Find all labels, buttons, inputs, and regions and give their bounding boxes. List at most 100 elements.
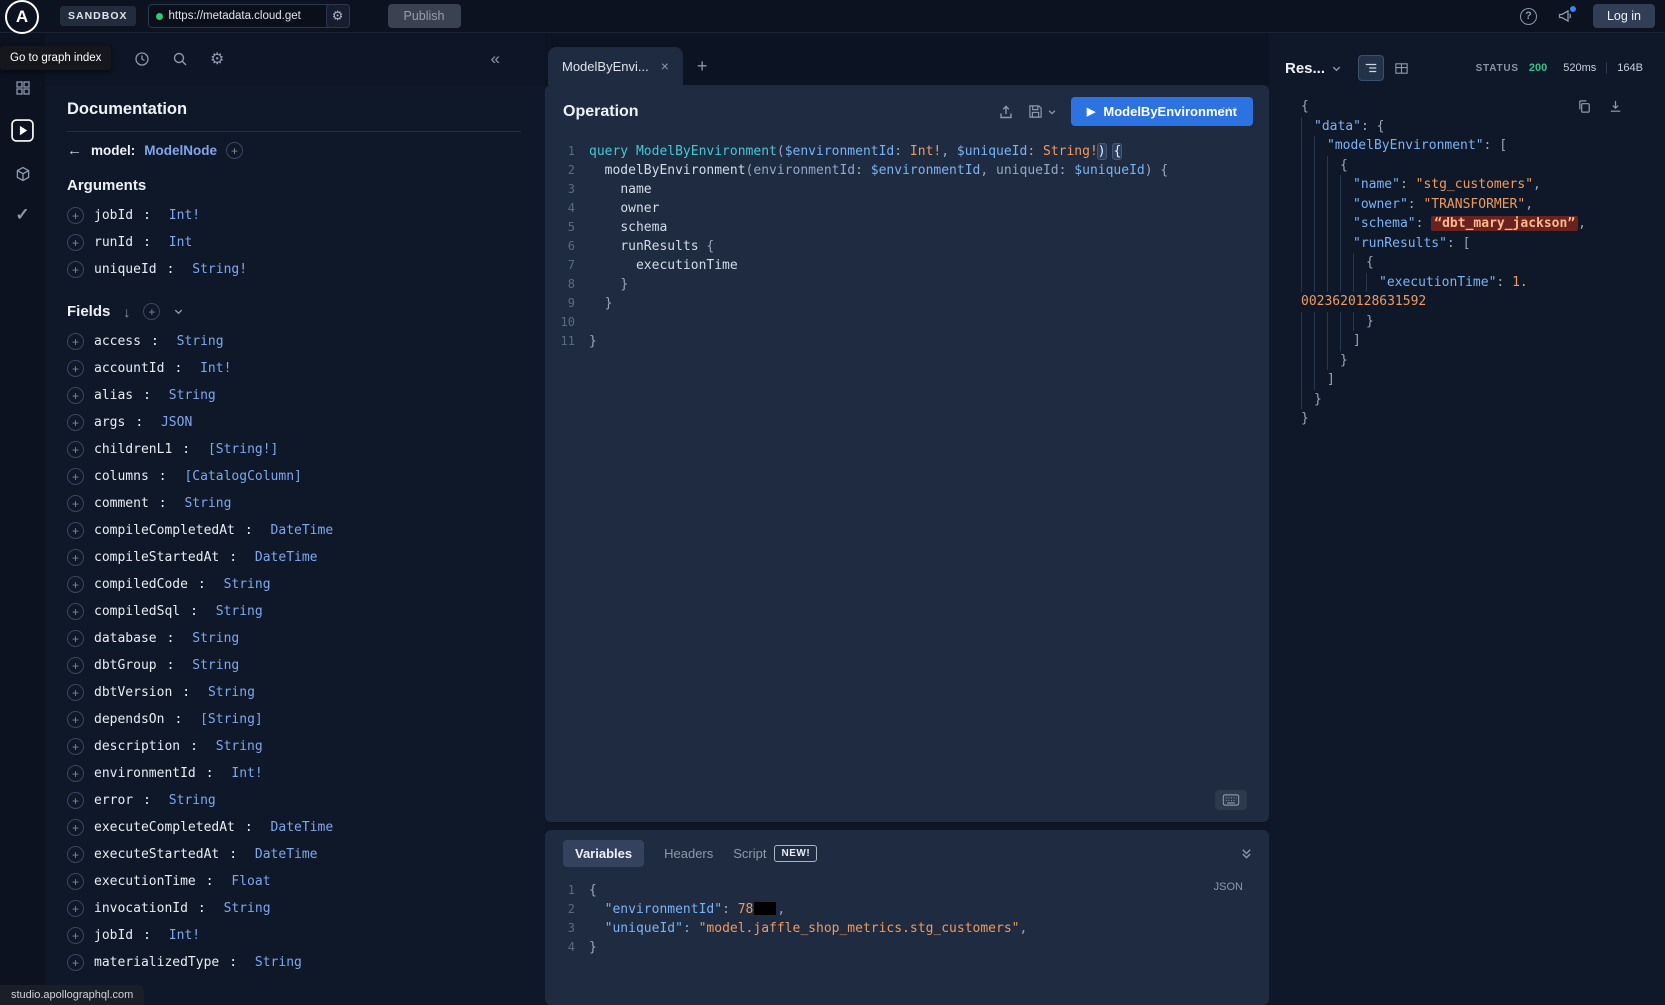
- code-line[interactable]: 4 owner: [545, 199, 1269, 218]
- add-to-query-icon[interactable]: +: [67, 927, 84, 944]
- code-line[interactable]: 5 schema: [545, 218, 1269, 237]
- field-type-link[interactable]: Float: [231, 874, 270, 889]
- field-type-link[interactable]: String: [192, 631, 239, 646]
- endpoint-settings-icon[interactable]: ⚙: [326, 4, 350, 28]
- field-type-link[interactable]: DateTime: [271, 523, 334, 538]
- code-line[interactable]: 3 name: [545, 180, 1269, 199]
- doc-field-row[interactable]: +comment: String: [67, 490, 521, 517]
- graph-endpoint-input[interactable]: https://metadata.cloud.get ⚙: [148, 4, 350, 28]
- doc-field-row[interactable]: +dependsOn: [String]: [67, 706, 521, 733]
- field-type-link[interactable]: Int: [169, 235, 192, 250]
- code-line[interactable]: 1{: [545, 881, 1269, 900]
- field-type-link[interactable]: String: [216, 739, 263, 754]
- add-to-query-icon[interactable]: +: [67, 711, 84, 728]
- field-type-link[interactable]: String!: [192, 262, 247, 277]
- endpoint-url-text[interactable]: https://metadata.cloud.get: [169, 10, 320, 22]
- add-to-query-icon[interactable]: +: [67, 792, 84, 809]
- doc-field-row[interactable]: +dbtGroup: String: [67, 652, 521, 679]
- add-to-query-icon[interactable]: +: [67, 441, 84, 458]
- doc-field-row[interactable]: +executeCompletedAt: DateTime: [67, 814, 521, 841]
- add-to-query-icon[interactable]: +: [67, 603, 84, 620]
- doc-field-row[interactable]: +childrenL1: [String!]: [67, 436, 521, 463]
- announcements-icon[interactable]: [1557, 8, 1573, 24]
- apollo-logo[interactable]: A: [5, 0, 39, 34]
- doc-field-row[interactable]: +uniqueId: String!: [67, 256, 521, 283]
- breadcrumb-type[interactable]: ModelNode: [144, 143, 217, 158]
- doc-field-row[interactable]: +error: String: [67, 787, 521, 814]
- add-to-query-icon[interactable]: +: [67, 549, 84, 566]
- save-group[interactable]: [1028, 104, 1057, 119]
- add-to-query-icon[interactable]: +: [67, 630, 84, 647]
- tab-headers[interactable]: Headers: [664, 846, 713, 861]
- field-type-link[interactable]: String: [216, 604, 263, 619]
- add-to-query-icon[interactable]: +: [67, 468, 84, 485]
- doc-field-row[interactable]: +materializedType: String: [67, 949, 521, 976]
- new-tab-icon[interactable]: +: [697, 56, 708, 77]
- add-to-query-icon[interactable]: +: [67, 495, 84, 512]
- field-type-link[interactable]: [String!]: [208, 442, 278, 457]
- field-type-link[interactable]: String: [208, 685, 255, 700]
- table-view-icon[interactable]: [1394, 61, 1409, 76]
- checks-icon[interactable]: ✓: [15, 205, 29, 225]
- field-type-link[interactable]: String: [169, 793, 216, 808]
- doc-field-row[interactable]: +columns: [CatalogColumn]: [67, 463, 521, 490]
- code-line[interactable]: 6 runResults {: [545, 237, 1269, 256]
- doc-field-row[interactable]: +description: String: [67, 733, 521, 760]
- collapse-panel-icon[interactable]: «: [491, 49, 500, 69]
- add-to-query-icon[interactable]: +: [67, 765, 84, 782]
- search-icon[interactable]: [172, 51, 188, 67]
- field-type-link[interactable]: String: [224, 901, 271, 916]
- tab-modelbyenvironment[interactable]: ModelByEnvi... ×: [548, 47, 683, 85]
- doc-field-row[interactable]: +accountId: Int!: [67, 355, 521, 382]
- code-line[interactable]: 11}: [545, 332, 1269, 351]
- tree-view-icon[interactable]: [1358, 55, 1384, 81]
- field-type-link[interactable]: Int!: [231, 766, 262, 781]
- code-line[interactable]: 7 executionTime: [545, 256, 1269, 275]
- back-icon[interactable]: ←: [67, 142, 82, 159]
- graph-index-icon[interactable]: [15, 80, 31, 96]
- field-type-link[interactable]: Int!: [169, 928, 200, 943]
- code-line[interactable]: 3 "uniqueId": "model.jaffle_shop_metrics…: [545, 919, 1269, 938]
- code-line[interactable]: 8 }: [545, 275, 1269, 294]
- doc-field-row[interactable]: +executionTime: Float: [67, 868, 521, 895]
- doc-field-row[interactable]: +dbtVersion: String: [67, 679, 521, 706]
- field-type-link[interactable]: String: [255, 955, 302, 970]
- field-type-link[interactable]: DateTime: [255, 847, 318, 862]
- publish-button[interactable]: Publish: [388, 4, 461, 28]
- doc-field-row[interactable]: +environmentId: Int!: [67, 760, 521, 787]
- close-tab-icon[interactable]: ×: [661, 58, 669, 74]
- field-type-link[interactable]: DateTime: [255, 550, 318, 565]
- download-response-icon[interactable]: [1608, 99, 1623, 114]
- add-to-query-icon[interactable]: +: [67, 261, 84, 278]
- doc-field-row[interactable]: +executeStartedAt: DateTime: [67, 841, 521, 868]
- editor-menu-icon[interactable]: ⋯: [1221, 98, 1239, 118]
- add-to-query-icon[interactable]: +: [67, 900, 84, 917]
- doc-field-row[interactable]: +compileCompletedAt: DateTime: [67, 517, 521, 544]
- operation-editor[interactable]: 1query ModelByEnvironment($environmentId…: [545, 134, 1269, 822]
- doc-field-row[interactable]: +compileStartedAt: DateTime: [67, 544, 521, 571]
- field-type-link[interactable]: String: [177, 334, 224, 349]
- field-type-link[interactable]: String: [192, 658, 239, 673]
- doc-field-row[interactable]: +database: String: [67, 625, 521, 652]
- code-line[interactable]: 2 modelByEnvironment(environmentId: $env…: [545, 161, 1269, 180]
- code-line[interactable]: 4}: [545, 938, 1269, 957]
- code-line[interactable]: 10: [545, 313, 1269, 332]
- code-line[interactable]: 2 "environmentId": 78,: [545, 900, 1269, 919]
- settings-icon[interactable]: ⚙: [210, 49, 224, 69]
- doc-field-row[interactable]: +alias: String: [67, 382, 521, 409]
- add-to-query-icon[interactable]: +: [67, 360, 84, 377]
- add-to-query-icon[interactable]: +: [67, 333, 84, 350]
- add-to-query-icon[interactable]: +: [67, 234, 84, 251]
- add-to-query-icon[interactable]: +: [67, 954, 84, 971]
- doc-field-row[interactable]: +jobId: Int!: [67, 202, 521, 229]
- field-type-link[interactable]: Int!: [200, 361, 231, 376]
- response-title[interactable]: Res...: [1285, 60, 1325, 77]
- add-to-query-icon[interactable]: +: [67, 207, 84, 224]
- doc-field-row[interactable]: +compiledSql: String: [67, 598, 521, 625]
- tab-variables[interactable]: Variables: [563, 840, 644, 867]
- add-to-query-icon[interactable]: +: [67, 846, 84, 863]
- add-to-query-icon[interactable]: +: [67, 738, 84, 755]
- doc-field-row[interactable]: +invocationId: String: [67, 895, 521, 922]
- sort-icon[interactable]: ↓: [123, 304, 130, 320]
- help-icon[interactable]: ?: [1520, 8, 1537, 25]
